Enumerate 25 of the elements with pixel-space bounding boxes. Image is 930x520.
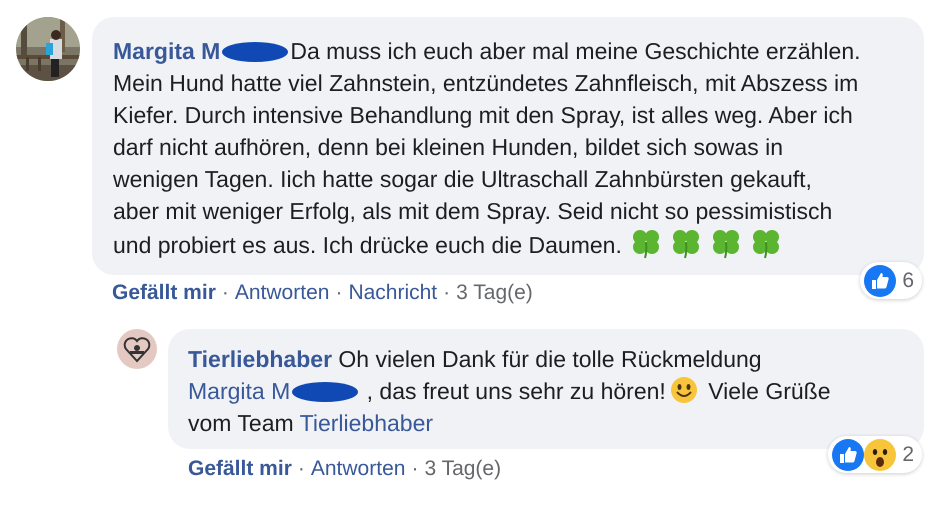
- separator-dot: ·: [443, 281, 450, 305]
- comment-text: Tierliebhaber Oh vielen Dank für die tolle Rückmeldung Margita M , das freut uns sehr zu hören! Viele Grüße vom Team Tierliebhaber: [188, 346, 831, 436]
- message-link[interactable]: Nachricht: [348, 281, 438, 305]
- heart-logo-icon: [117, 329, 157, 369]
- comment-text: Margita M Da muss ich euch aber mal meine Geschichte erzählen. Mein Hund hatte viel Zahnstein, entzündetes Zahnfleisch, mit Abszess im Kiefer. Durch intensive Behandlung mit den Spray, ist alles weg. Aber ich darf nicht aufhören, denn bei kleinen Hunden, bildet sich sowas in wenigen Tagen. Iich hatte sogar die Ultraschall Zahnbürsten gekauft, aber mit weniger Erfolg, als mit dem Spray. Seid nicht so pessimistisch und probiert es aus. Ich drücke euch die Daumen.: [113, 38, 861, 258]
- separator-dot: ·: [222, 281, 229, 305]
- separator-dot: ·: [298, 457, 305, 481]
- mention-link[interactable]: Margita M: [188, 378, 290, 404]
- reaction-count[interactable]: 2: [828, 436, 922, 473]
- author-name[interactable]: Margita M: [113, 38, 220, 64]
- reaction-count[interactable]: 6: [860, 262, 922, 299]
- thumbs-up-icon: [832, 439, 864, 471]
- reply-link[interactable]: Antworten: [310, 457, 406, 481]
- reply-link[interactable]: Antworten: [234, 281, 330, 305]
- separator-dot: ·: [411, 457, 418, 481]
- separator-dot: ·: [335, 281, 342, 305]
- mention-link[interactable]: Tierliebhaber: [300, 410, 434, 436]
- timestamp: 3 Tag(e): [456, 281, 533, 305]
- timestamp: 3 Tag(e): [424, 457, 502, 481]
- author-name[interactable]: Tierliebhaber: [188, 346, 332, 372]
- like-link[interactable]: Gefällt mir: [188, 457, 292, 481]
- surprised-face-icon: [864, 439, 896, 471]
- like-link[interactable]: Gefällt mir: [112, 281, 216, 305]
- smiley-icon: [670, 376, 698, 404]
- thumbs-up-icon: [864, 265, 896, 297]
